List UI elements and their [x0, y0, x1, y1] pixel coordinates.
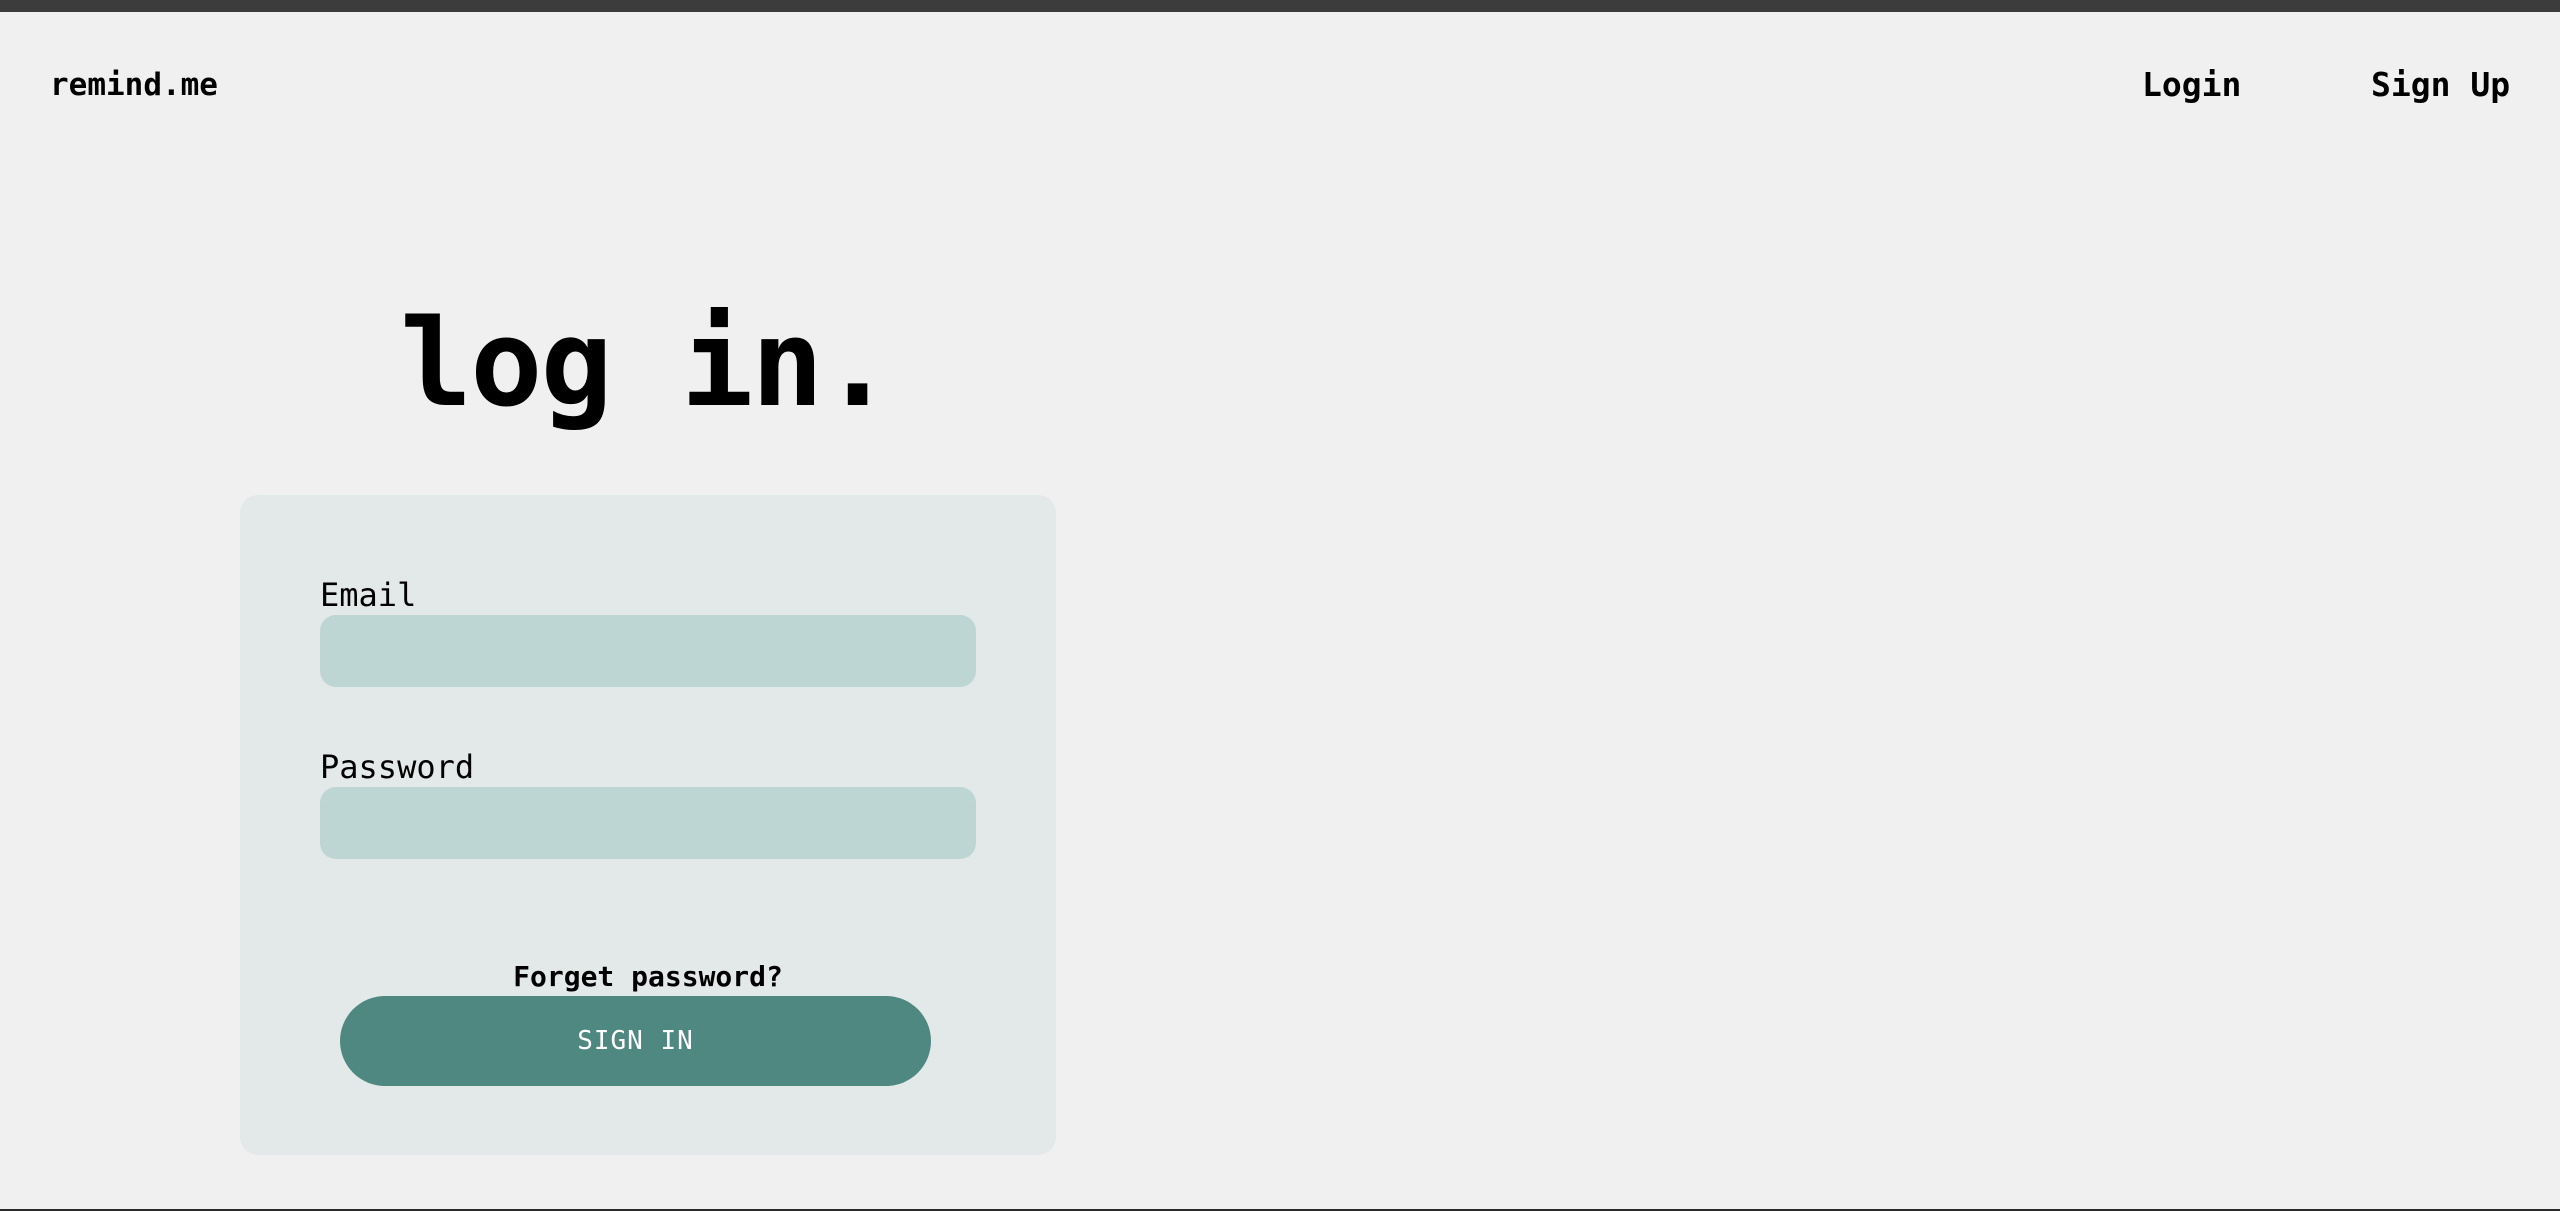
brand-logo[interactable]: remind.me	[50, 62, 218, 108]
email-label: Email	[320, 576, 417, 614]
page-title: log in.	[400, 295, 894, 434]
email-input[interactable]	[320, 615, 976, 687]
password-label: Password	[320, 748, 475, 786]
nav-login-link[interactable]: Login	[2142, 62, 2241, 108]
login-form-card: Email Password Forget password? SIGN IN	[240, 495, 1056, 1155]
password-input[interactable]	[320, 787, 976, 859]
forgot-password-link[interactable]: Forget password?	[240, 959, 1056, 995]
sign-in-button[interactable]: SIGN IN	[340, 996, 931, 1086]
window-top-bar	[0, 0, 2560, 12]
nav-signup-link[interactable]: Sign Up	[2371, 62, 2510, 108]
